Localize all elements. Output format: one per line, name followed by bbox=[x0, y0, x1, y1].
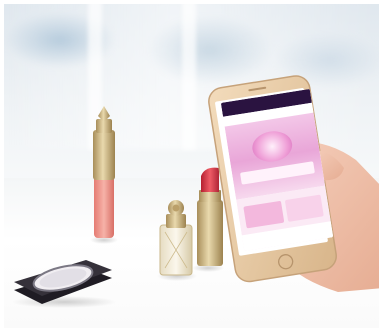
screen-tile[interactable] bbox=[243, 200, 285, 229]
perfume-bottle bbox=[157, 200, 197, 281]
banner-caption-bar bbox=[239, 161, 315, 185]
lipstick bbox=[192, 167, 224, 272]
lip-gloss bbox=[90, 106, 118, 244]
compact-powder bbox=[12, 260, 116, 308]
product-photo bbox=[0, 0, 383, 332]
cosmetics-illustration bbox=[12, 75, 383, 308]
anniversary-badge-icon bbox=[250, 128, 295, 165]
screen-tile[interactable] bbox=[284, 194, 324, 222]
promo-banner[interactable] bbox=[224, 112, 326, 200]
